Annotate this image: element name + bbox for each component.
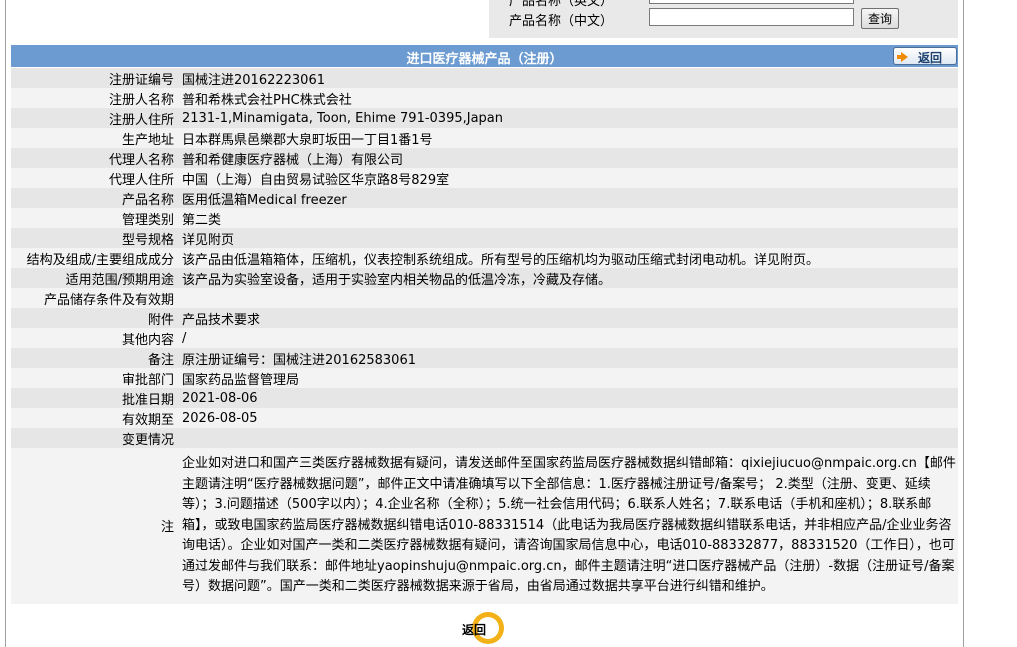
field-label: 产品储存条件及有效期	[43, 292, 174, 308]
product-name-cn-label: 产品名称（中文）	[509, 14, 614, 29]
table-row: 生产地址 日本群馬県邑樂郡大泉町坂田一丁目1番1号	[11, 128, 958, 148]
table-row: 型号规格 详见附页	[11, 228, 958, 248]
field-label: 代理人住所	[108, 172, 174, 188]
table-row: 注册证编号 国械注进20162223061	[11, 68, 958, 88]
table-row: 适用范围/预期用途 该产品为实验室设备，适用于实验室内相关物品的低温冷冻，冷藏及存…	[11, 268, 958, 288]
title-bar: 进口医疗器械产品（注册） 返回	[11, 45, 958, 67]
table-row: 注册人名称 普和希株式会社PHC株式会社	[11, 88, 958, 108]
field-value: 普和希健康医疗器械（上海）有限公司	[182, 152, 404, 168]
notice-text: 企业如对进口和国产三类医疗器械数据有疑问，请发送邮件至国家药监局医疗器械数据纠错…	[182, 456, 956, 594]
product-detail-body: 注册证编号 国械注进20162223061 注册人名称 普和希株式会社PHC株式会社注…	[11, 68, 958, 604]
field-label: 注册人住所	[108, 112, 174, 128]
field-value: 2026-08-05	[182, 410, 258, 426]
field-value: 2021-08-06	[182, 390, 258, 406]
field-label: 生产地址	[121, 132, 174, 148]
search-button[interactable]: 查询	[861, 8, 899, 29]
back-button-top-label: 返回	[918, 51, 943, 65]
table-row: 管理类别 第二类	[11, 208, 958, 228]
back-button-top[interactable]: 返回	[893, 47, 957, 65]
field-label: 型号规格	[121, 232, 174, 248]
field-label: 有效期至	[121, 412, 174, 428]
search-row-chinese: 产品名称（中文） 查询	[489, 8, 958, 30]
field-value: 中国（上海）自由贸易试验区华京路8号829室	[182, 172, 450, 188]
field-value: 日本群馬県邑樂郡大泉町坂田一丁目1番1号	[182, 132, 433, 148]
table-row: 注册人住所 2131-1,Minamigata, Toon, Ehime 791-…	[11, 108, 958, 128]
table-row: 代理人名称 普和希健康医疗器械（上海）有限公司	[11, 148, 958, 168]
notice-row: 注企业如对进口和国产三类医疗器械数据有疑问，请发送邮件至国家药监局医疗器械数据纠…	[11, 448, 958, 604]
table-row: 结构及组成/主要组成成分 该产品由低温箱箱体，压缩机，仪表控制系统组成。所有型号的…	[11, 248, 958, 268]
page-left-border	[5, 0, 6, 647]
table-row: 批准日期 2021-08-06	[11, 388, 958, 408]
page-right-border	[963, 0, 964, 647]
field-label: 备注	[147, 352, 174, 368]
product-name-cn-input[interactable]	[649, 8, 854, 26]
field-label: 适用范围/预期用途	[65, 272, 174, 288]
field-label: 附件	[147, 312, 174, 328]
table-row: 产品名称 医用低温箱Medical freezer	[11, 188, 958, 208]
field-value: 原注册证编号：国械注进20162583061	[182, 352, 416, 368]
table-row: 代理人住所 中国（上海）自由贸易试验区华京路8号829室	[11, 168, 958, 188]
field-label: 注册证编号	[108, 72, 174, 88]
notice-label: 注	[160, 520, 174, 536]
field-label: 代理人名称	[108, 152, 174, 168]
field-value: 该产品由低温箱箱体，压缩机，仪表控制系统组成。所有型号的压缩机均为驱动压缩式封闭…	[182, 252, 820, 268]
field-value: 详见附页	[182, 232, 235, 248]
field-value: 普和希株式会社PHC株式会社	[182, 92, 352, 108]
table-row: 附件 产品技术要求	[11, 308, 958, 328]
product-name-en-input[interactable]	[649, 0, 854, 4]
field-value: 该产品为实验室设备，适用于实验室内相关物品的低温冷冻，冷藏及存储。	[182, 272, 612, 288]
field-value: 国械注进20162223061	[182, 72, 325, 88]
back-button-bottom[interactable]: 返回	[458, 612, 510, 644]
field-value: 产品技术要求	[182, 312, 261, 328]
field-label: 产品名称	[121, 192, 174, 208]
field-label: 注册人名称	[108, 92, 174, 108]
field-label: 审批部门	[121, 372, 174, 388]
page-title: 进口医疗器械产品（注册）	[406, 52, 563, 67]
field-label: 结构及组成/主要组成成分	[26, 252, 174, 268]
product-detail-table: 注册证编号 国械注进20162223061 注册人名称 普和希株式会社PHC株式会社注…	[11, 68, 958, 604]
field-value: 医用低温箱Medical freezer	[182, 192, 347, 208]
field-label: 变更情况	[121, 432, 174, 448]
table-row: 其他内容 /	[11, 328, 958, 348]
table-row: 变更情况	[11, 428, 958, 448]
arrow-right-icon	[901, 52, 908, 62]
field-value: 国家药品监督管理局	[182, 372, 300, 388]
table-row: 备注 原注册证编号：国械注进20162583061	[11, 348, 958, 368]
table-row: 审批部门 国家药品监督管理局	[11, 368, 958, 388]
field-label: 管理类别	[121, 212, 174, 228]
field-value: 2131-1,Minamigata, Toon, Ehime 791-0395,…	[182, 110, 504, 126]
field-value	[174, 428, 958, 448]
field-label: 批准日期	[121, 392, 174, 408]
field-value	[174, 288, 958, 308]
field-value: 第二类	[182, 212, 222, 228]
back-button-bottom-label: 返回	[462, 623, 487, 637]
field-label: 其他内容	[121, 332, 174, 348]
table-row: 有效期至 2026-08-05	[11, 408, 958, 428]
table-row: 产品储存条件及有效期	[11, 288, 958, 308]
field-value: /	[182, 330, 187, 346]
search-row-english: 产品名称（英文）	[489, 0, 958, 9]
search-panel: 产品名称（英文） 产品名称（中文） 查询	[489, 0, 958, 38]
